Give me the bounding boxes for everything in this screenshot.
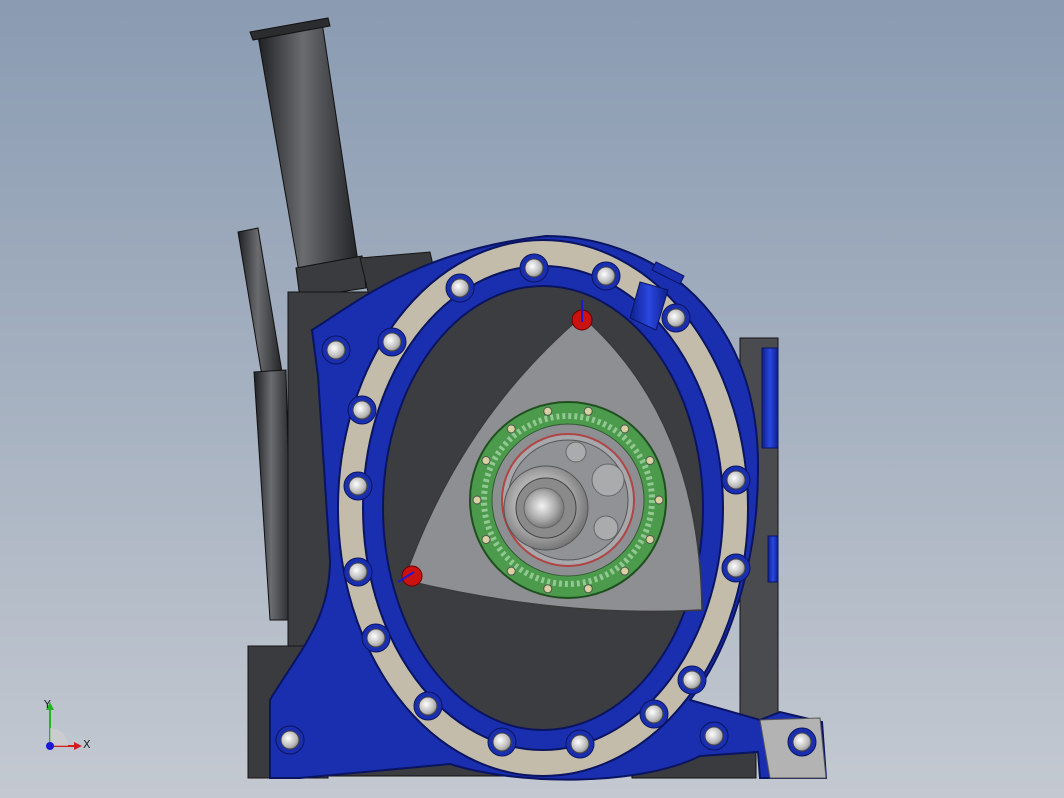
y-axis-label: Y <box>44 698 51 711</box>
x-axis-label: X <box>83 738 91 751</box>
housing-bolt <box>787 727 817 757</box>
gear-pin <box>481 534 491 544</box>
gear-pin <box>620 424 630 434</box>
gear-pin <box>620 566 630 576</box>
gear-pin <box>481 456 491 466</box>
housing-bolt <box>699 721 729 751</box>
z-axis-dot <box>46 742 54 750</box>
gear-pin <box>472 495 482 505</box>
gear-pin <box>506 566 516 576</box>
gear-pin <box>654 495 664 505</box>
gear-pin <box>506 424 516 434</box>
housing-bolt <box>347 395 377 425</box>
intake-pipe <box>249 17 367 299</box>
view-triad: Y X <box>40 698 100 760</box>
graphics-viewport[interactable]: Y X <box>0 0 1064 798</box>
housing-bolt <box>721 465 751 495</box>
housing-bolt <box>343 471 373 501</box>
housing-bolt <box>413 691 443 721</box>
housing-bolt <box>321 335 351 365</box>
gear-pin <box>543 406 553 416</box>
side-rod <box>237 227 293 621</box>
gear-pin <box>645 534 655 544</box>
housing-bolt <box>721 553 751 583</box>
housing-bolt <box>639 699 669 729</box>
apex-seal-left <box>401 565 423 587</box>
housing-bolt <box>445 273 475 303</box>
housing-bolt <box>361 623 391 653</box>
x-axis-arrow <box>74 742 82 750</box>
gear-pin <box>543 584 553 594</box>
housing-bolt <box>275 725 305 755</box>
housing-bolt <box>591 261 621 291</box>
housing-bolt <box>677 665 707 695</box>
gear-pin <box>645 456 655 466</box>
gear-pin <box>583 584 593 594</box>
housing-bolt <box>565 729 595 759</box>
housing-bolt <box>377 327 407 357</box>
housing-bolt <box>519 253 549 283</box>
housing-bolt <box>661 303 691 333</box>
gear-pin <box>583 406 593 416</box>
housing-bolt <box>343 557 373 587</box>
engine-model[interactable] <box>0 0 1064 798</box>
housing-bolt <box>487 727 517 757</box>
